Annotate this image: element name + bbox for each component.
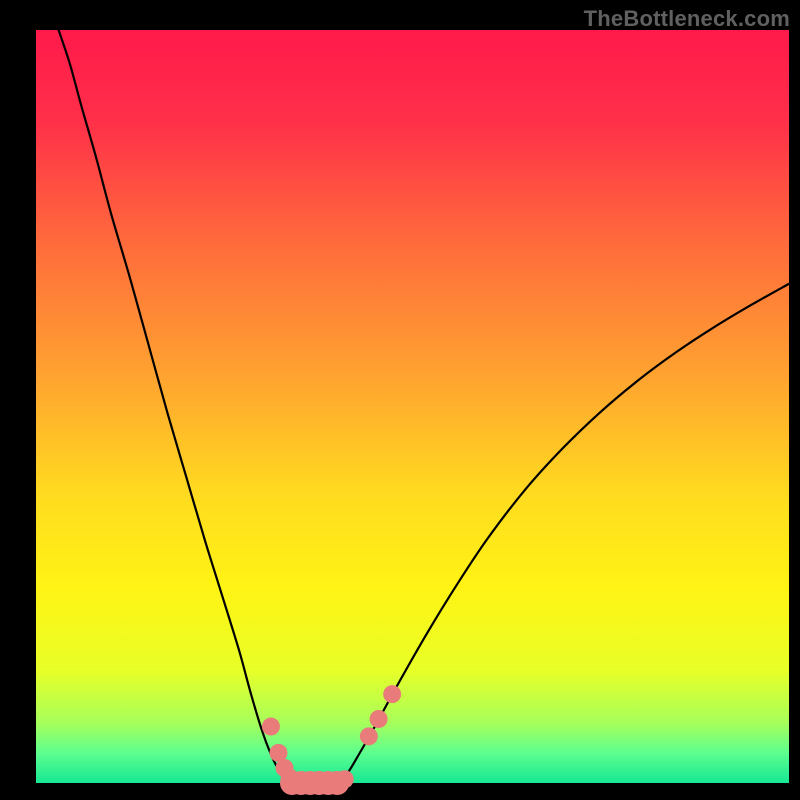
data-marker — [262, 718, 280, 736]
chart-container: TheBottleneck.com — [0, 0, 800, 800]
data-marker — [383, 685, 401, 703]
data-marker — [360, 727, 378, 745]
bottleneck-chart — [0, 0, 800, 800]
watermark: TheBottleneck.com — [584, 6, 790, 32]
data-marker — [336, 770, 354, 788]
gradient-background — [36, 30, 789, 783]
data-marker — [370, 710, 388, 728]
